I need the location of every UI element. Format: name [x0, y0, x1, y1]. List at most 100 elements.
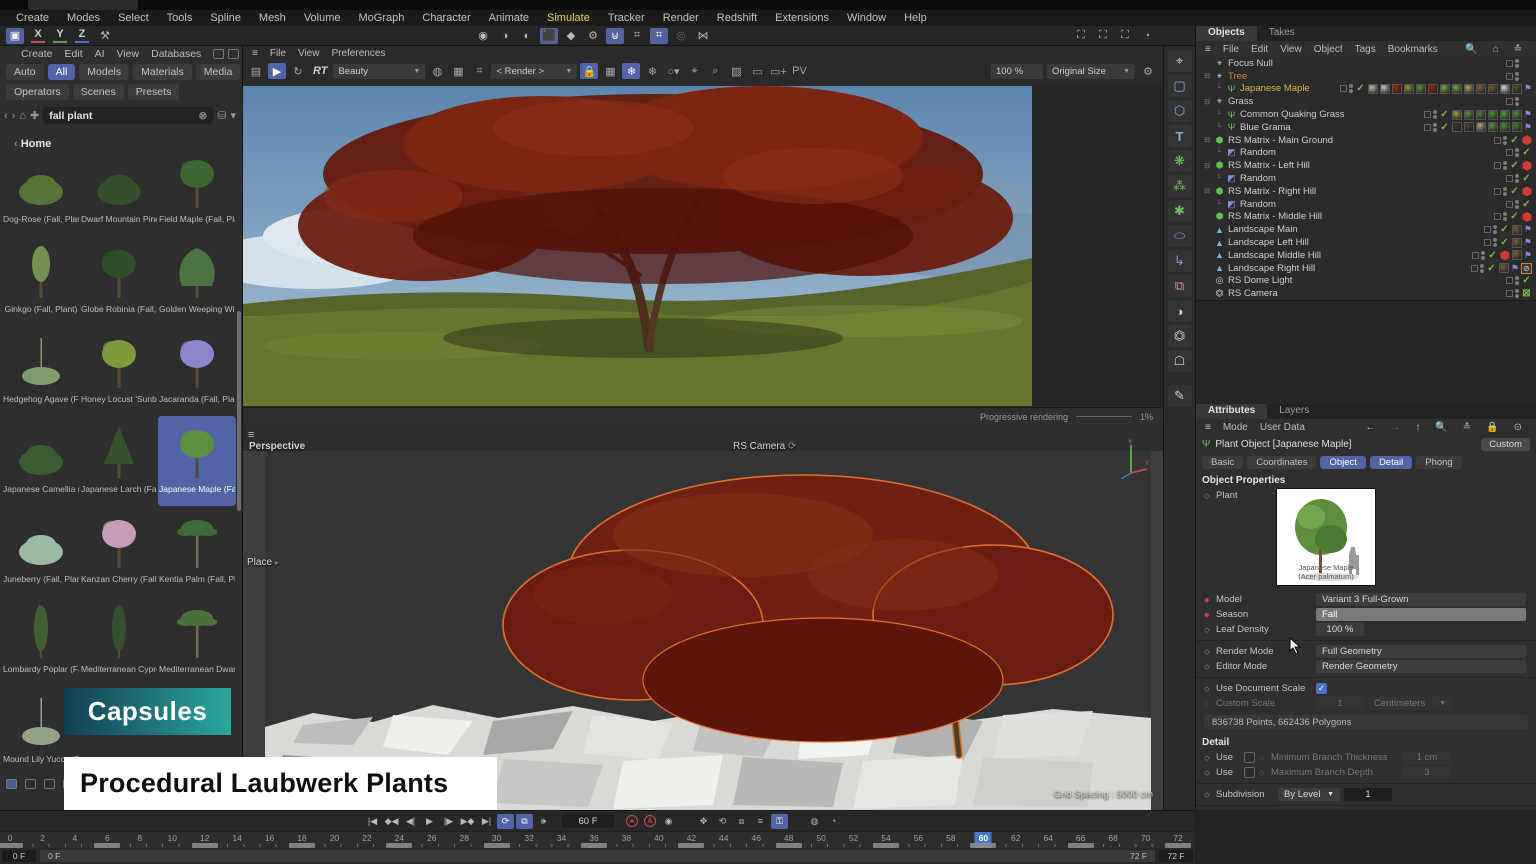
menu-animate[interactable]: Animate: [481, 11, 537, 25]
volume-icon[interactable]: ◑: [1168, 300, 1192, 322]
viewport-menu-icon[interactable]: ≡: [248, 429, 254, 441]
rv-menu-file[interactable]: File: [265, 48, 291, 59]
text-tool-icon[interactable]: T: [1168, 125, 1192, 147]
object-tree-row[interactable]: ▲Landscape Main✓⚑: [1196, 223, 1536, 236]
filter-icon[interactable]: ≛: [1509, 44, 1527, 55]
guide-icon[interactable]: ◎: [672, 28, 690, 44]
null-object-icon[interactable]: ⌖: [1168, 50, 1192, 72]
object-tree-row[interactable]: ⊟⬢RS Matrix - Main Ground✓: [1196, 134, 1536, 147]
layer-box-icon[interactable]: [1494, 213, 1501, 220]
plant-item[interactable]: Mediterranean Cypres...: [80, 596, 158, 686]
flag-tag-icon[interactable]: ⚑: [1524, 224, 1532, 235]
axis-y-button[interactable]: Y: [50, 28, 70, 44]
material-swatch[interactable]: [1452, 110, 1462, 120]
parameter-key-icon[interactable]: ≡: [752, 814, 769, 829]
plant-item[interactable]: Globe Robinia (Fall, Pl...: [80, 236, 158, 326]
material-swatch[interactable]: [1512, 110, 1522, 120]
search-icon[interactable]: 🔍: [1430, 422, 1452, 433]
visibility-dots-icon[interactable]: [1503, 187, 1507, 196]
menu-window[interactable]: Window: [839, 11, 894, 25]
visibility-dots-icon[interactable]: [1515, 174, 1519, 183]
layer-box-icon[interactable]: [1506, 290, 1513, 297]
perspective-viewport[interactable]: ≡ Perspective RS Camera ⟳ Place ▸ Y X Gr…: [243, 425, 1163, 810]
keyframe-selection-icon[interactable]: ◉: [660, 814, 677, 829]
model-dropdown[interactable]: Variant 3 Full-Grown: [1316, 593, 1526, 606]
material-swatch[interactable]: [1476, 122, 1486, 132]
use-document-scale-checkbox[interactable]: ✓: [1316, 683, 1327, 694]
menu-mesh[interactable]: Mesh: [251, 11, 294, 25]
object-tree-row[interactable]: ⏣RS Camera⊠: [1196, 287, 1536, 300]
section-tab-basic[interactable]: Basic: [1202, 456, 1243, 469]
enable-check-icon[interactable]: ✓: [1499, 224, 1510, 235]
redshift-tag-icon[interactable]: [1500, 250, 1510, 260]
menu-select[interactable]: Select: [110, 11, 157, 25]
asset-scrollbar[interactable]: [237, 311, 241, 511]
layer-box-icon[interactable]: [1506, 149, 1513, 156]
expander-icon[interactable]: ⊟: [1203, 162, 1211, 170]
layer-box-icon[interactable]: [1472, 252, 1479, 259]
material-swatch[interactable]: [1512, 225, 1522, 235]
nav-back-icon[interactable]: ←: [1360, 422, 1380, 433]
enable-check-icon[interactable]: ✓: [1509, 186, 1520, 197]
expander-icon[interactable]: └: [1215, 85, 1223, 92]
asset-tab-operators[interactable]: Operators: [6, 84, 69, 100]
loop-icon[interactable]: ⟳: [497, 814, 514, 829]
object-tree-row[interactable]: └◩Random✓: [1196, 147, 1536, 160]
rv-menu-preferences[interactable]: Preferences: [326, 48, 390, 59]
scale-key-icon[interactable]: ⧈: [733, 814, 750, 829]
symmetry-icon[interactable]: ⧉: [1168, 275, 1192, 297]
rgb-channel-icon[interactable]: ◍: [428, 63, 446, 79]
pla-key-icon[interactable]: ⚿: [771, 814, 788, 829]
flag-tag-icon[interactable]: ⚑: [1524, 122, 1532, 133]
clear-search-icon[interactable]: ⊗: [198, 110, 207, 122]
attr-menu-mode[interactable]: Mode: [1218, 422, 1253, 433]
material-swatch[interactable]: [1416, 84, 1426, 94]
object-tree-row[interactable]: ⊟⬢RS Matrix - Right Hill✓: [1196, 185, 1536, 198]
section-tab-object[interactable]: Object: [1320, 456, 1365, 469]
menu-redshift[interactable]: Redshift: [709, 11, 765, 25]
snowflake-icon[interactable]: ❄: [643, 63, 661, 79]
layout-switch-icon[interactable]: ⛶: [1116, 28, 1134, 44]
layout-save-icon[interactable]: ⛶: [1072, 28, 1090, 44]
plant-item[interactable]: Juneberry (Fall, Plant): [2, 506, 80, 596]
camera-tool-icon[interactable]: ⏣: [1168, 325, 1192, 347]
mograph-array-icon[interactable]: ⁂: [1168, 175, 1192, 197]
gear-icon[interactable]: ⚙: [1139, 63, 1157, 79]
layer-box-icon[interactable]: [1424, 124, 1431, 131]
asset-menu-edit[interactable]: Edit: [60, 48, 88, 60]
section-tab-coordinates[interactable]: Coordinates: [1247, 456, 1316, 469]
visibility-dots-icon[interactable]: [1503, 212, 1507, 221]
visibility-dots-icon[interactable]: [1493, 238, 1497, 247]
field-icon[interactable]: ⬭: [1168, 225, 1192, 247]
menu-help[interactable]: Help: [896, 11, 935, 25]
render-mode-dropdown[interactable]: Full Geometry: [1316, 645, 1526, 658]
visibility-dots-icon[interactable]: [1515, 276, 1519, 285]
deformer-axis-icon[interactable]: ↳: [1168, 250, 1192, 272]
subdivision-mode-dropdown[interactable]: By Level▼: [1278, 788, 1340, 801]
hamburger-icon[interactable]: ≡: [247, 48, 263, 59]
ghost-icon[interactable]: ⧉: [516, 814, 533, 829]
image-add-icon[interactable]: ▭+: [769, 63, 787, 79]
object-tree-row[interactable]: ⌖Focus Null: [1196, 57, 1536, 70]
object-tree-row[interactable]: └ΨCommon Quaking Grass✓⚑: [1196, 108, 1536, 121]
plant-item[interactable]: Ginkgo (Fall, Plant): [2, 236, 80, 326]
next-key-icon[interactable]: ▶◆: [459, 814, 476, 829]
hamburger-icon[interactable]: ≡: [1200, 422, 1216, 433]
om-menu-view[interactable]: View: [1275, 44, 1307, 55]
record-icon[interactable]: ●: [626, 815, 638, 827]
plant-item[interactable]: Honey Locust 'Sunbur...: [80, 326, 158, 416]
object-tree-row[interactable]: └ΨBlue Grama✓⚑: [1196, 121, 1536, 134]
layer-box-icon[interactable]: [1494, 188, 1501, 195]
visibility-dots-icon[interactable]: [1515, 289, 1519, 298]
layer-box-icon[interactable]: [1506, 277, 1513, 284]
focus-out-icon[interactable]: ⌕: [706, 63, 724, 79]
workplane-icon[interactable]: ⚒: [96, 28, 114, 44]
visibility-dots-icon[interactable]: [1493, 225, 1497, 234]
spline-icon[interactable]: ▢: [1168, 75, 1192, 97]
tab-takes[interactable]: Takes: [1257, 26, 1307, 41]
circle-select-icon[interactable]: ○▾: [664, 63, 682, 79]
layout-monitor-icon[interactable]: ⛶: [1094, 28, 1112, 44]
solo-icon[interactable]: ◍: [806, 814, 823, 829]
asset-tab-auto[interactable]: Auto: [6, 64, 44, 80]
material-swatch[interactable]: [1488, 110, 1498, 120]
